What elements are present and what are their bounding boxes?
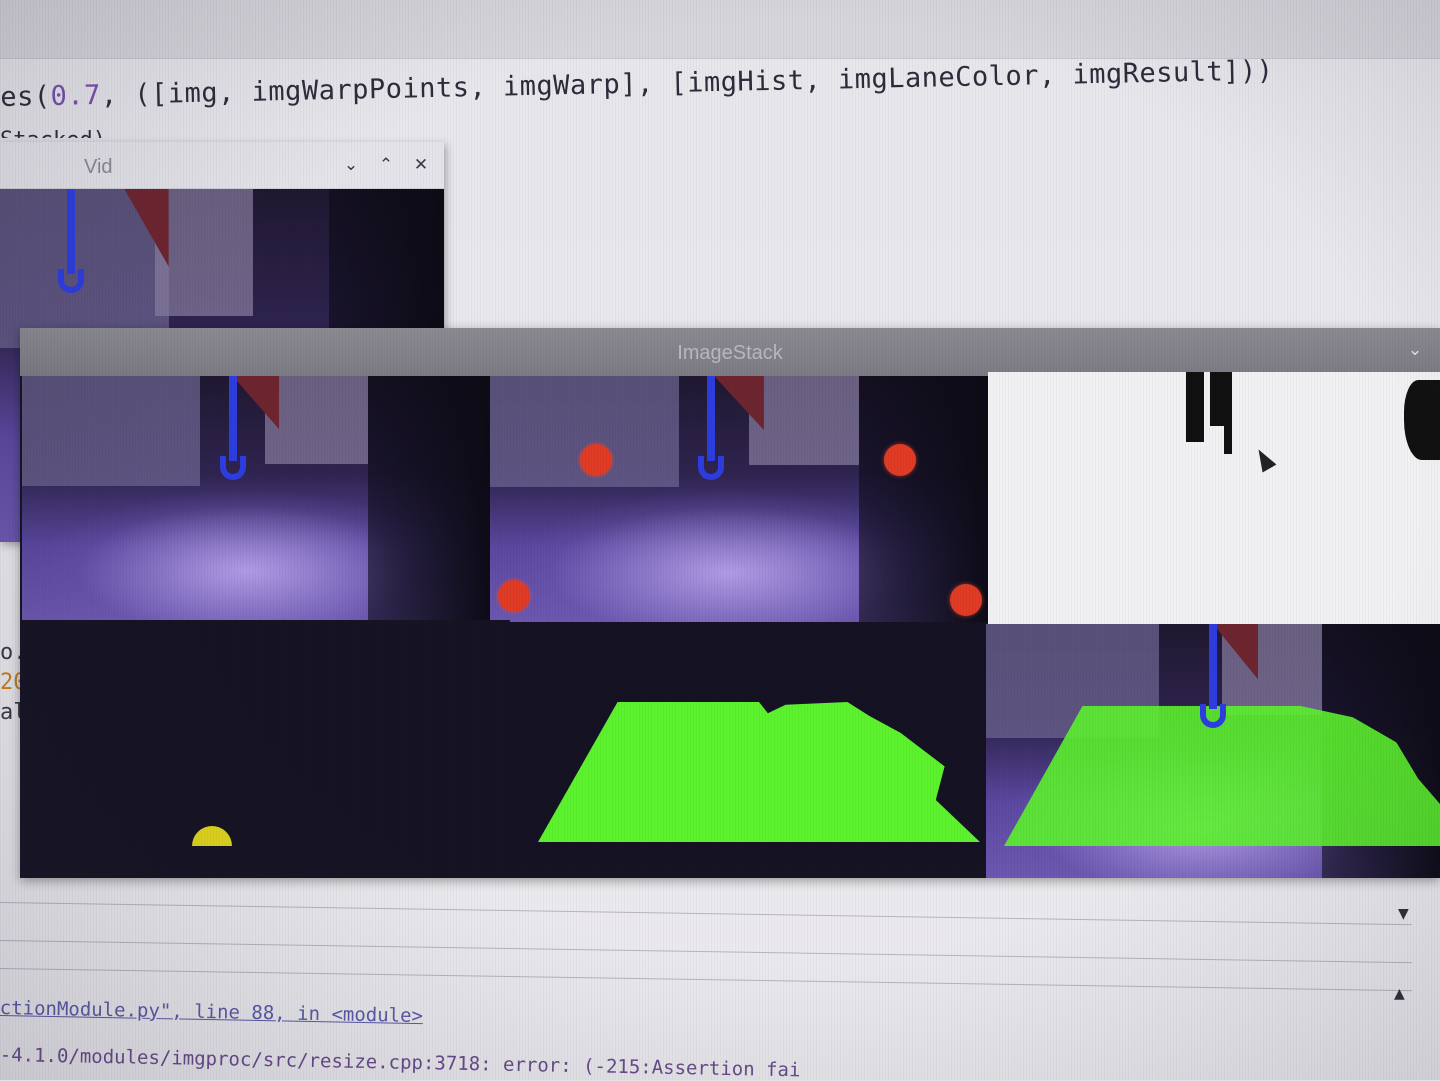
code-token: es( [0, 80, 51, 113]
window-menu-icon[interactable]: ⌄ [1402, 337, 1428, 363]
traceback-link[interactable]: ctionModule.py", line 88, in <module> [0, 997, 423, 1027]
imagestack-window: ImageStack ⌄ [20, 328, 1440, 878]
window-title: ImageStack [677, 342, 783, 364]
robot-arm [1200, 624, 1226, 744]
histogram-center-marker [192, 826, 232, 846]
tile-img [22, 376, 490, 620]
tile-img-warp-points [490, 376, 988, 622]
code-number: 0.7 [50, 79, 102, 112]
scroll-up-icon[interactable]: ▲ [1394, 986, 1405, 1002]
tile-img-hist [40, 620, 510, 846]
panel-divider [0, 902, 1412, 926]
minimize-icon[interactable]: ⌄ [338, 152, 364, 178]
robot-arm [58, 189, 84, 309]
robot-arm [698, 376, 724, 496]
tile-img-warp [988, 372, 1440, 624]
code-token: , ([img, imgWarpPoints, imgWarp], [imgHi… [100, 55, 1274, 111]
maximize-icon[interactable]: ⌃ [373, 152, 399, 178]
imagestack-titlebar[interactable]: ImageStack ⌄ [20, 328, 1440, 376]
warp-point-marker[interactable] [498, 580, 530, 612]
code-line-stack-images[interactable]: es(0.7, ([img, imgWarpPoints, imgWarp], … [0, 55, 1274, 113]
window-title: Vid [84, 156, 113, 178]
lane-mask [538, 702, 980, 842]
panel-divider [0, 968, 1412, 992]
tile-img-lane-color [510, 622, 988, 858]
mask-blob [1404, 380, 1440, 460]
warp-point-marker[interactable] [950, 584, 982, 616]
vid-titlebar[interactable]: Vid ⌄ ⌃ ✕ [0, 142, 444, 189]
scroll-down-icon[interactable]: ▼ [1398, 906, 1409, 922]
mask-blob [1194, 412, 1201, 442]
panel-divider [0, 940, 1412, 964]
editor-toolbar [0, 0, 1440, 59]
tile-img-result [986, 624, 1440, 878]
warp-point-marker[interactable] [580, 444, 612, 476]
error-message: -4.1.0/modules/imgproc/src/resize.cpp:37… [0, 1044, 801, 1081]
robot-arm [220, 376, 246, 496]
close-icon[interactable]: ✕ [408, 152, 434, 178]
mouse-cursor-icon [1251, 445, 1277, 473]
mask-blob [1224, 412, 1232, 454]
warp-point-marker[interactable] [884, 444, 916, 476]
